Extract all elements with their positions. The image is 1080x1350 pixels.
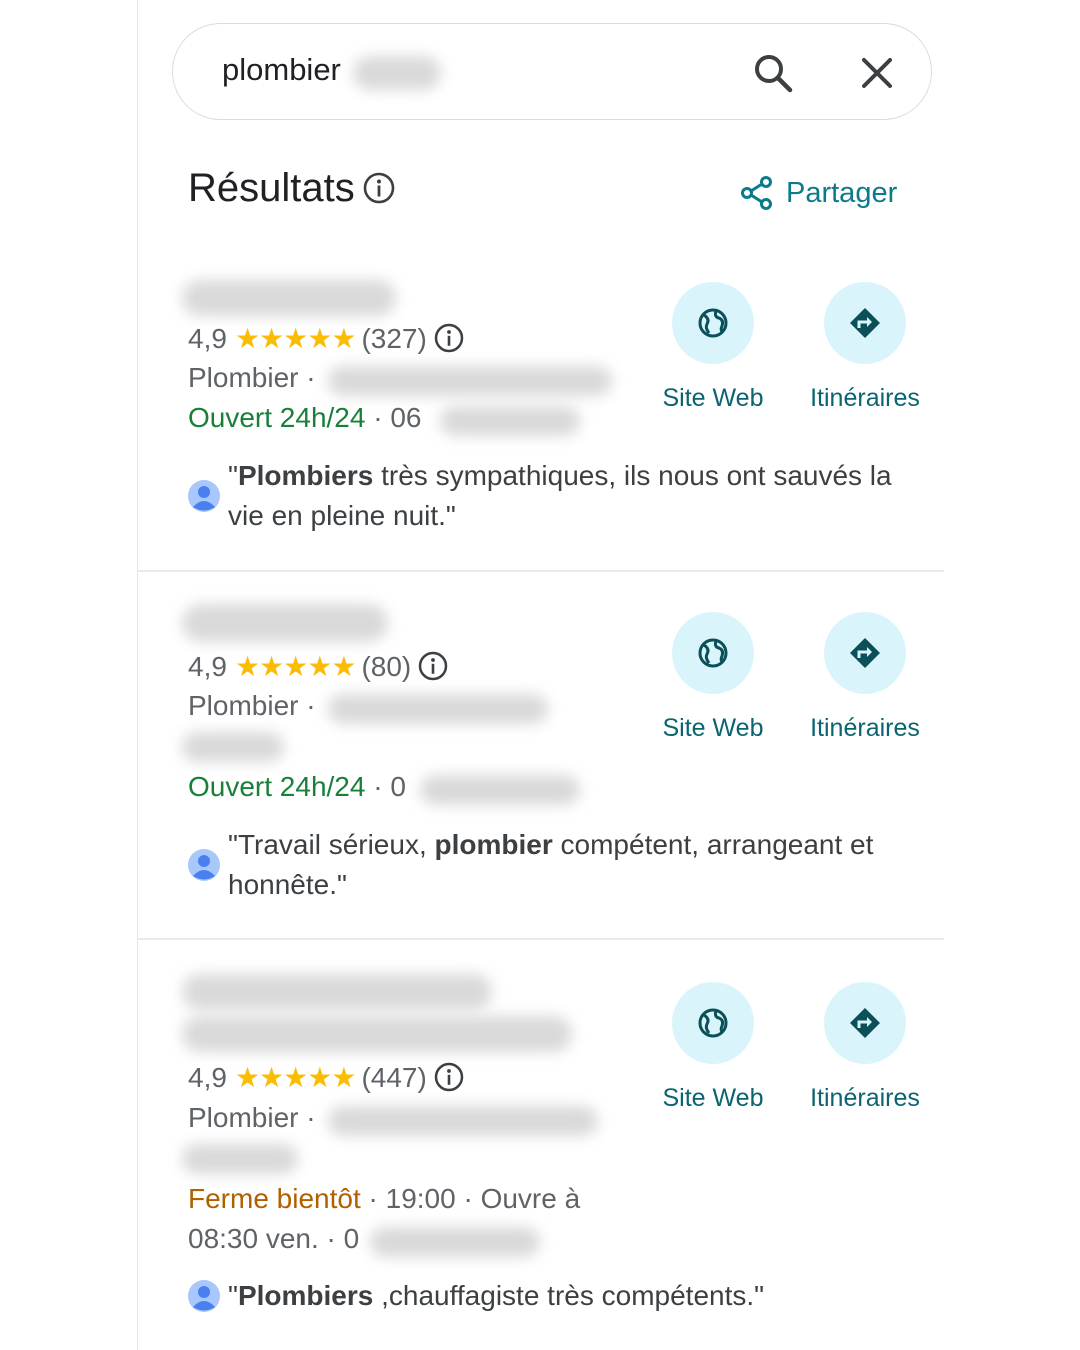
phone-prefix: · 06: [365, 402, 422, 433]
review-keyword: Plombiers: [237, 460, 374, 491]
category-label: Plombier ·: [188, 362, 316, 393]
directions-action-circle[interactable]: [824, 982, 906, 1064]
review-text: "Plombiers très sympathiques, ils nous o…: [228, 460, 892, 531]
directions-label: Itinéraires: [810, 384, 920, 412]
rating-row: 4,9 ★★★★★ (80): [188, 650, 449, 683]
info-icon[interactable]: [362, 171, 396, 205]
rating-stars: ★★★★★: [234, 651, 357, 682]
search-icon[interactable]: [751, 51, 795, 95]
hours-row-2: 08:30 ven. · 0: [188, 1223, 359, 1255]
hours-row: Ouvert 24h/24 · 06: [188, 402, 421, 434]
directions-icon: [850, 308, 880, 338]
search-bar[interactable]: plombier: [172, 23, 932, 120]
review-keyword: Plombiers: [237, 1280, 374, 1311]
review-text: "Travail sérieux, plombier compétent, ar…: [228, 825, 918, 905]
status-badge: Ouvert 24h/24: [188, 402, 366, 433]
category-label: Plombier ·: [188, 690, 316, 721]
close-icon[interactable]: [857, 53, 897, 93]
category-label: Plombier ·: [188, 1102, 316, 1133]
share-icon: [741, 176, 772, 210]
review-body: ,chauffagiste très compétents.": [373, 1280, 765, 1311]
directions-icon: [850, 1008, 880, 1038]
redacted-business-name: [182, 280, 396, 316]
directions-button[interactable]: Itinéraires: [785, 982, 945, 1113]
globe-icon: [698, 638, 728, 668]
share-button[interactable]: Partager: [740, 173, 897, 213]
result-card[interactable]: 4,9 ★★★★★ (447) Plombier · Ferme bientôt ·…: [138, 960, 944, 1350]
search-input[interactable]: plombier: [222, 52, 341, 88]
share-label: Partager: [786, 176, 898, 209]
category-row: Plombier ·: [188, 362, 316, 394]
redacted-business-name-line2: [182, 1016, 572, 1052]
directions-button[interactable]: Itinéraires: [785, 282, 945, 413]
hours-detail-2: 08:30 ven. · 0: [188, 1223, 360, 1254]
rating-value: 4,9: [188, 323, 227, 354]
directions-action-circle[interactable]: [824, 612, 906, 694]
hours-row: Ferme bientôt · 19:00 · Ouvre à: [188, 1183, 580, 1215]
rating-value: 4,9: [188, 651, 227, 682]
website-button[interactable]: Site Web: [633, 612, 793, 743]
rating-row: 4,9 ★★★★★ (447): [188, 1061, 465, 1094]
result-card[interactable]: 4,9 ★★★★★ (80) Plombier · Ouvert 24h/24 · …: [138, 590, 944, 940]
redacted-address: [328, 694, 548, 724]
review-count[interactable]: (327): [361, 323, 426, 354]
rating-stars: ★★★★★: [234, 323, 357, 354]
redacted-address-line2: [182, 1144, 298, 1174]
result-card[interactable]: 4,9 ★★★★★ (327) Plombier · Ouvert 24h/24 ·…: [138, 260, 944, 570]
redacted-business-name: [182, 604, 388, 642]
info-icon[interactable]: [417, 650, 449, 682]
review-lead: "Travail sérieux,: [228, 829, 435, 860]
redacted-phone: [370, 1227, 540, 1257]
directions-action-circle[interactable]: [824, 282, 906, 364]
directions-label: Itinéraires: [810, 1084, 920, 1112]
category-row: Plombier ·: [188, 690, 316, 722]
website-button[interactable]: Site Web: [633, 282, 793, 413]
website-action-circle[interactable]: [672, 982, 754, 1064]
redacted-address: [328, 1106, 598, 1136]
category-row: Plombier ·: [188, 1102, 316, 1134]
divider: [138, 570, 944, 572]
directions-button[interactable]: Itinéraires: [785, 612, 945, 743]
redacted-phone: [420, 775, 580, 805]
website-label: Site Web: [662, 384, 764, 412]
directions-label: Itinéraires: [810, 714, 920, 742]
status-badge: Ouvert 24h/24: [188, 771, 366, 802]
directions-icon: [850, 638, 880, 668]
website-button[interactable]: Site Web: [633, 982, 793, 1113]
redacted-search-term: [353, 56, 441, 90]
divider: [138, 938, 944, 940]
globe-icon: [698, 1008, 728, 1038]
hours-detail: · 19:00 · Ouvre à: [360, 1183, 581, 1214]
website-action-circle[interactable]: [672, 282, 754, 364]
avatar-icon: [188, 1280, 220, 1312]
globe-icon: [698, 308, 728, 338]
rating-value: 4,9: [188, 1062, 227, 1093]
redacted-business-name: [182, 974, 492, 1010]
review-text: "Plombiers ,chauffagiste très compétents…: [228, 1280, 765, 1311]
website-label: Site Web: [662, 714, 764, 742]
hours-row: Ouvert 24h/24 · 0: [188, 771, 406, 803]
phone-prefix: · 0: [365, 771, 406, 802]
rating-row: 4,9 ★★★★★ (327): [188, 322, 465, 355]
redacted-address: [328, 366, 612, 396]
avatar-icon: [188, 849, 220, 881]
review-count[interactable]: (80): [361, 651, 411, 682]
review-count[interactable]: (447): [361, 1062, 426, 1093]
website-label: Site Web: [662, 1084, 764, 1112]
review-keyword: plombier: [434, 829, 553, 860]
results-title: Résultats: [188, 166, 355, 210]
redacted-phone: [440, 406, 580, 436]
rating-stars: ★★★★★: [234, 1062, 357, 1093]
info-icon[interactable]: [433, 322, 465, 354]
info-icon[interactable]: [433, 1061, 465, 1093]
avatar-icon: [188, 480, 220, 512]
status-badge: Ferme bientôt: [188, 1183, 361, 1214]
website-action-circle[interactable]: [672, 612, 754, 694]
redacted-address-line2: [182, 732, 284, 762]
